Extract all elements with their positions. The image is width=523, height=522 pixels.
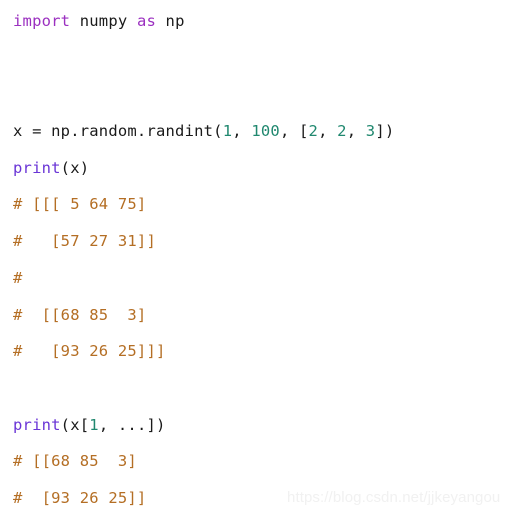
token-plain: numpy xyxy=(70,12,137,30)
token-number: 2 xyxy=(308,122,319,141)
code-block: import numpy as np x = np.random.randint… xyxy=(13,3,513,517)
token-comment: # [[68 85 3] xyxy=(13,305,147,324)
line-assign-x: x = np.random.randint(1, 100, [2, 2, 3]) xyxy=(13,113,513,150)
line-blank-1 xyxy=(13,40,513,77)
line-out-4: # [[68 85 3] xyxy=(13,297,513,334)
token-comment: # [93 26 25]]] xyxy=(13,342,166,361)
token-comment: # [93 26 25]] xyxy=(13,488,147,507)
token-plain: , xyxy=(232,122,252,141)
token-keyword: as xyxy=(136,12,157,30)
token-comment: # [[68 85 3] xyxy=(13,452,137,471)
token-plain: x = np.random.randint( xyxy=(13,122,223,141)
token-plain: ]) xyxy=(375,122,395,141)
token-plain: (x) xyxy=(60,158,90,177)
token-number: 100 xyxy=(251,122,280,141)
token-builtin: print xyxy=(13,158,61,177)
line-print-slice: print(x[1, ...]) xyxy=(13,407,513,444)
token-number: 1 xyxy=(222,122,233,141)
line-print-x: print(x) xyxy=(13,150,513,187)
token-builtin: print xyxy=(13,415,61,434)
token-comment: # [[[ 5 64 75] xyxy=(13,195,147,214)
token-number: 1 xyxy=(89,415,99,434)
token-keyword: import xyxy=(13,12,71,30)
line-out-1: # [[[ 5 64 75] xyxy=(13,186,513,223)
token-comment: # [57 27 31]] xyxy=(13,232,156,251)
line-out-3: # xyxy=(13,260,513,297)
token-plain: , [ xyxy=(279,122,309,141)
line-out-2: # [57 27 31]] xyxy=(13,223,513,260)
token-plain: , ...]) xyxy=(98,415,166,434)
token-plain: (x[ xyxy=(60,415,90,434)
token-plain: , xyxy=(346,122,366,141)
line-blank-3 xyxy=(13,370,513,407)
line-import: import numpy as np xyxy=(13,3,513,40)
watermark-text: https://blog.csdn.net/jjkeyangou xyxy=(287,489,501,506)
line-blank-2 xyxy=(13,76,513,113)
line-out-6: # [[68 85 3] xyxy=(13,443,513,480)
line-out-5: # [93 26 25]]] xyxy=(13,333,513,370)
token-number: 3 xyxy=(365,122,376,141)
code-screenshot: import numpy as np x = np.random.randint… xyxy=(0,0,523,522)
token-plain: np xyxy=(156,12,185,30)
token-plain: , xyxy=(318,122,338,141)
token-comment: # xyxy=(13,268,23,287)
token-number: 2 xyxy=(337,122,347,141)
